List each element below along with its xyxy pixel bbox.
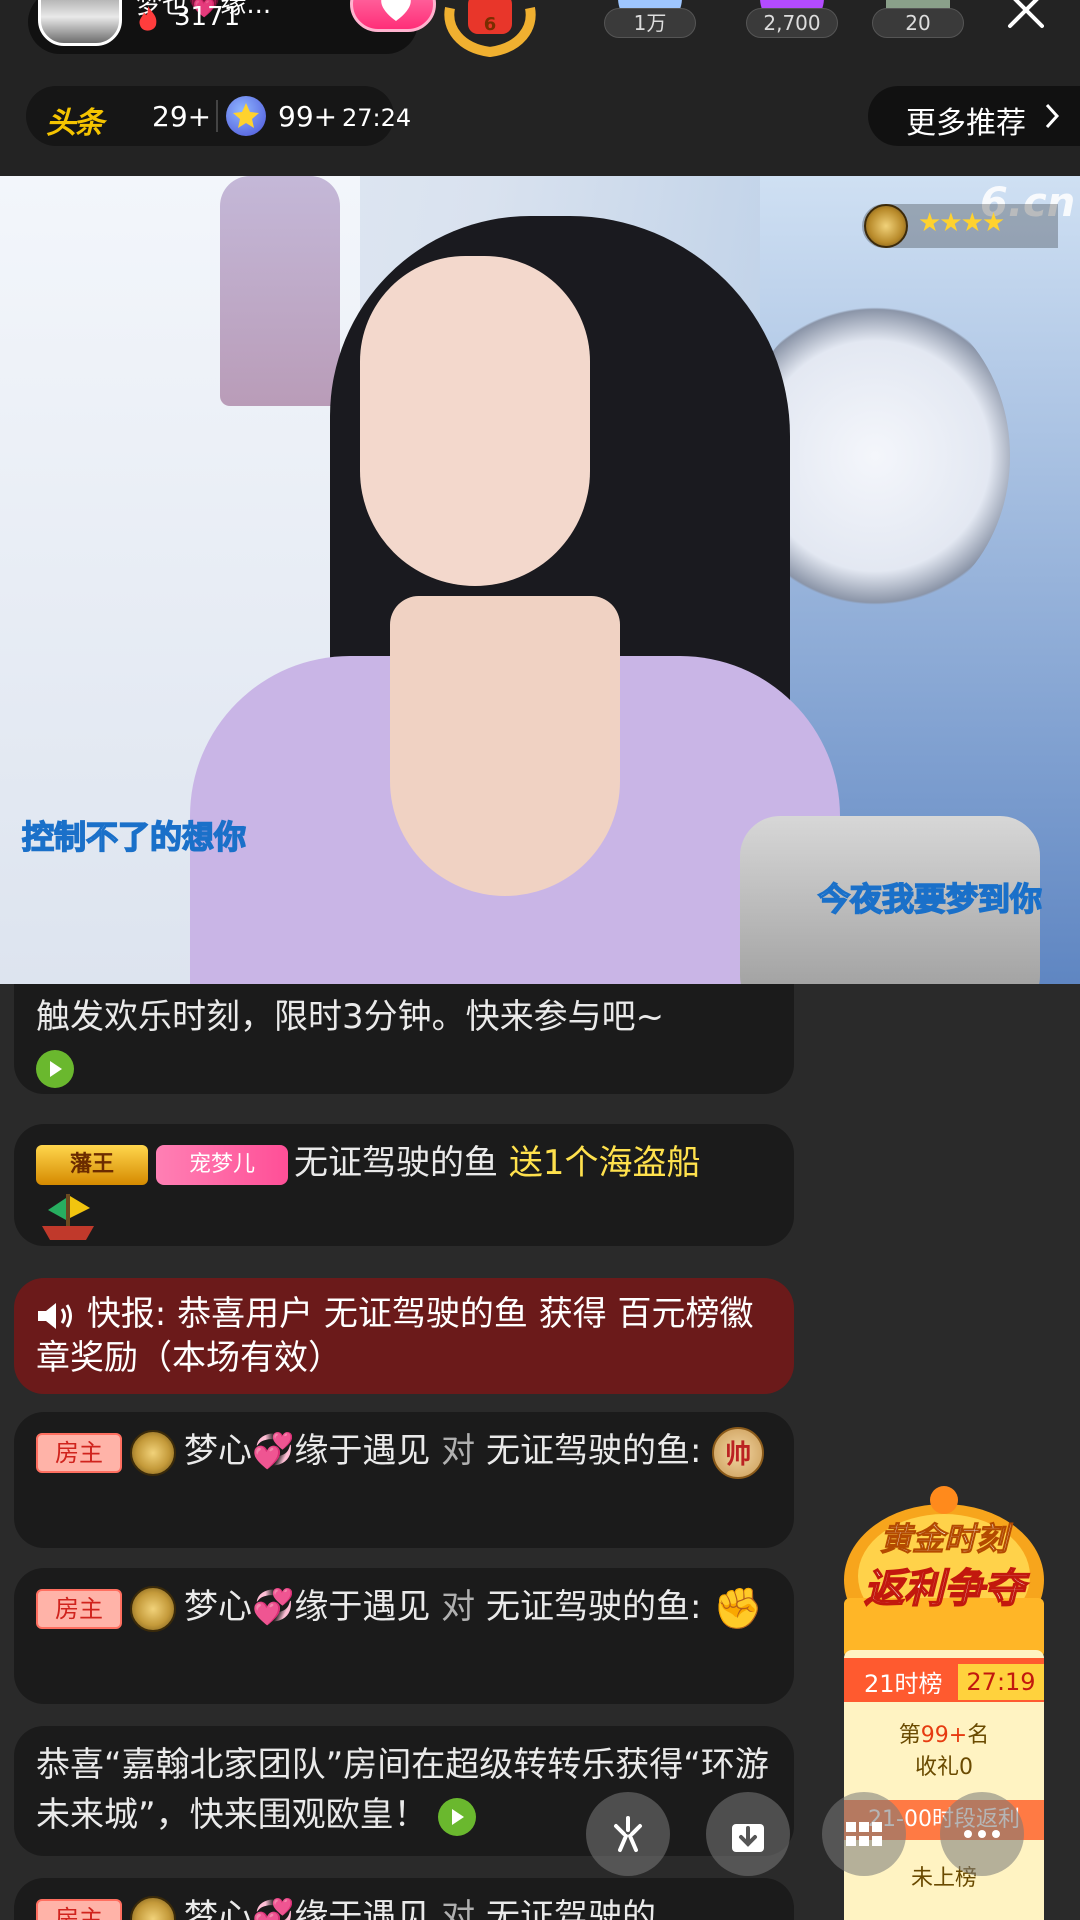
viewer-avatar-1[interactable]: 1万	[604, 0, 696, 60]
viewer-avatar-3[interactable]: 20	[872, 0, 964, 60]
viewer-contribution: 2,700	[746, 8, 838, 38]
heart-icon	[381, 0, 411, 21]
close-icon[interactable]	[1004, 0, 1044, 32]
target-user[interactable]: 无证驾驶的鱼:	[486, 1431, 701, 1471]
more-recommend-button[interactable]: 更多推荐	[868, 86, 1080, 146]
gift-text: 送1个海盗船	[508, 1143, 701, 1183]
promo-title-line2: 返利争夺	[863, 1565, 1025, 1613]
star-count: 99+	[278, 100, 338, 133]
target-user[interactable]: 无证驾驶的鱼:	[486, 1587, 701, 1627]
more-button[interactable]	[940, 1792, 1024, 1876]
username[interactable]: 梦心💞缘于遇见	[184, 1587, 430, 1627]
promo-title-line1: 黄金时刻	[879, 1520, 1008, 1559]
menu-grid-button[interactable]	[822, 1792, 906, 1876]
to-label: 对	[441, 1897, 476, 1920]
host-avatar[interactable]	[38, 0, 122, 46]
share-button[interactable]	[586, 1792, 670, 1876]
streamer-level[interactable]: ★★★★	[862, 204, 1058, 248]
chevron-right-icon	[1045, 103, 1060, 129]
flame-icon	[139, 6, 157, 31]
host-heat: 3171	[174, 2, 241, 32]
chat-message: 触发欢乐时刻，限时3分钟。快来参与吧~	[14, 984, 794, 1094]
live-video[interactable]: 6.cn ★★★★ 控制不了的想你 今夜我要梦到你	[0, 176, 1080, 984]
hour-board-row: 21时榜 27:19	[844, 1658, 1044, 1702]
divider	[216, 100, 218, 132]
chat-message: 藩王 宠梦儿 无证驾驶的鱼 送1个海盗船	[14, 1124, 794, 1246]
play-icon[interactable]	[438, 1797, 477, 1836]
target-user[interactable]: 无证驾驶的	[486, 1897, 656, 1920]
level-stars: ★★★★	[918, 208, 1005, 238]
deer-head-decor	[220, 176, 340, 406]
alert-message: 快报: 恭喜用户 无证驾驶的鱼 获得 百元榜徽章奖励（本场有效）	[14, 1278, 794, 1394]
alert-prefix: 快报:	[86, 1294, 167, 1334]
gift-received: 收礼0	[915, 1755, 973, 1780]
chat-message: 房主 梦心💞缘于遇见 对 无证驾驶的鱼: ✊	[14, 1568, 794, 1704]
chat-message: 房主 梦心💞缘于遇见 对 无证驾驶的	[14, 1878, 794, 1920]
more-icon	[964, 1830, 1000, 1838]
rank-suffix: 名	[967, 1723, 990, 1748]
star-icon	[226, 96, 266, 136]
medal-icon	[130, 1429, 176, 1476]
share-icon	[614, 1816, 642, 1852]
to-label: 对	[441, 1587, 476, 1627]
shuai-emoji-icon: 帅	[712, 1426, 765, 1479]
follow-button[interactable]	[350, 0, 436, 32]
play-icon[interactable]	[36, 1049, 74, 1088]
host-tag: 房主	[36, 1432, 122, 1473]
chat-message: 恭喜“嘉翰北家团队”房间在超级转转乐获得“环游未来城”，快来围观欧皇！	[14, 1726, 794, 1856]
streamer-neck	[390, 596, 620, 896]
lyric-right: 今夜我要梦到你	[817, 879, 1043, 919]
fan-badge: 宠梦儿	[156, 1144, 288, 1185]
rank-number: 6	[483, 14, 497, 35]
host-info[interactable]: 梦也💗缘... 3171	[28, 0, 436, 54]
rank-prefix: 第	[898, 1723, 921, 1748]
headline-stats[interactable]: 头条 29+ 99+ 27:24	[26, 86, 411, 146]
username[interactable]: 无证驾驶的鱼	[294, 1143, 498, 1183]
download-icon	[732, 1824, 764, 1852]
toutiao-logo: 头条	[46, 106, 104, 141]
star-timer: 27:24	[342, 104, 412, 132]
username[interactable]: 梦心💞缘于遇见	[184, 1897, 430, 1920]
toutiao-count: 29+	[152, 100, 212, 133]
pirate-ship-icon	[42, 1194, 94, 1240]
to-label: 对	[441, 1431, 476, 1471]
speaker-icon	[38, 1302, 72, 1329]
system-text: 触发欢乐时刻，限时3分钟。快来参与吧~	[36, 997, 665, 1037]
chat-message: 房主 梦心💞缘于遇见 对 无证驾驶的鱼: 帅	[14, 1412, 794, 1548]
medal-icon	[130, 1585, 176, 1632]
host-tag: 房主	[36, 1898, 122, 1920]
rank-badge[interactable]: 6	[440, 0, 540, 58]
viewer-avatar-2[interactable]: 2,700	[746, 0, 838, 60]
medal-icon	[864, 204, 908, 248]
lyric-left: 控制不了的想你	[21, 817, 247, 857]
hour-board-countdown: 27:19	[958, 1664, 1044, 1700]
fist-emoji-icon: ✊	[713, 1585, 764, 1632]
rank-info: 第99+名 收礼0	[844, 1720, 1044, 1784]
noble-badge: 藩王	[36, 1144, 148, 1185]
promo-panel: 21时榜 27:19 第99+名 收礼0 21-00时段返利 未上榜	[844, 1650, 1044, 1920]
download-button[interactable]	[706, 1792, 790, 1876]
host-tag: 房主	[36, 1588, 122, 1629]
username[interactable]: 梦心💞缘于遇见	[184, 1431, 430, 1471]
promo-title: 黄金时刻 返利争夺	[836, 1514, 1052, 1614]
streamer-face	[360, 256, 590, 586]
more-recommend-label: 更多推荐	[906, 106, 1026, 141]
hour-board-label: 21时榜	[864, 1670, 943, 1698]
top-bar: 梦也💗缘... 3171 6 1万 2,700 20 头条 29+ 99+ 27…	[0, 0, 1080, 176]
viewer-contribution: 1万	[604, 8, 696, 38]
rank-value: 99+	[920, 1723, 968, 1748]
grid-icon	[846, 1822, 882, 1846]
viewer-contribution: 20	[872, 8, 964, 38]
medal-icon	[130, 1895, 176, 1920]
